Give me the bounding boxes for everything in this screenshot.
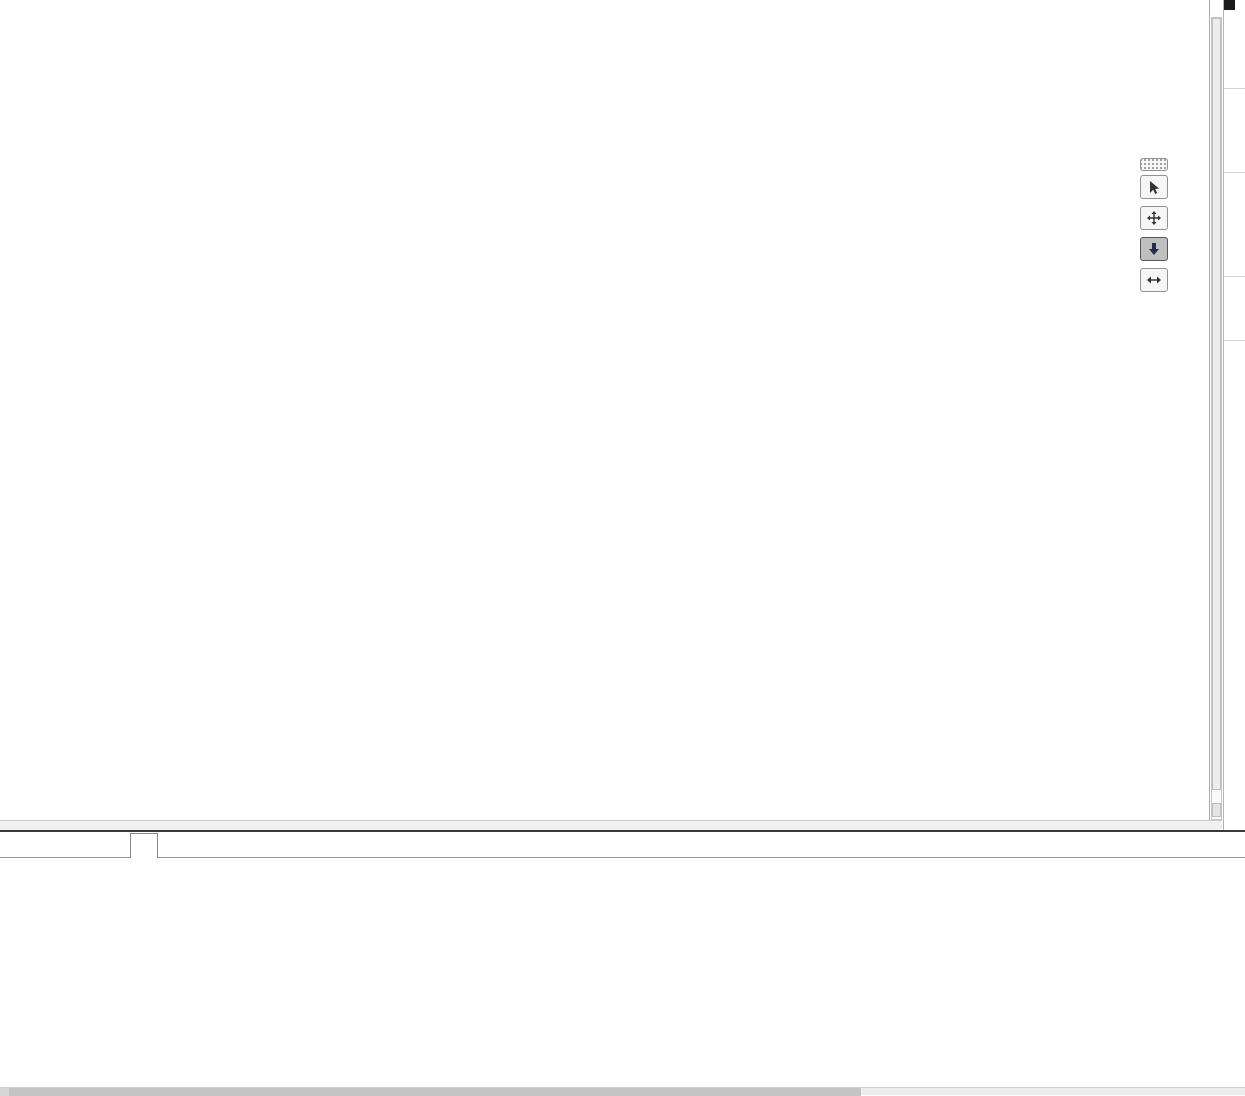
timing-tool-button[interactable] bbox=[1140, 268, 1168, 292]
select-tool-button[interactable] bbox=[1140, 175, 1168, 199]
tab-slice[interactable] bbox=[130, 833, 158, 858]
vertical-scrollbar[interactable] bbox=[1211, 17, 1222, 820]
trace-viewer bbox=[0, 0, 1210, 820]
horizontal-scrollbar[interactable] bbox=[0, 1087, 1245, 1095]
details-tabbar bbox=[0, 832, 1245, 858]
sidebar-divider bbox=[1224, 172, 1245, 173]
sidebar-divider bbox=[1224, 88, 1245, 89]
details-panel bbox=[0, 832, 1245, 1087]
scroll-down-button[interactable] bbox=[1212, 803, 1221, 817]
toolbar-drag-handle[interactable] bbox=[1140, 158, 1168, 171]
trace-toolbar bbox=[1140, 158, 1170, 299]
pan-move-icon bbox=[1147, 211, 1161, 225]
sidebar-tabs bbox=[1223, 0, 1245, 831]
vertical-scrollbar-thumb[interactable] bbox=[1212, 18, 1221, 790]
select-cursor-icon bbox=[1147, 180, 1161, 194]
pan-tool-button[interactable] bbox=[1140, 206, 1168, 230]
sidebar-divider bbox=[1224, 340, 1245, 341]
zoom-tool-button[interactable] bbox=[1140, 237, 1168, 261]
timing-resize-icon bbox=[1147, 273, 1161, 287]
sidebar-cap bbox=[1224, 0, 1235, 10]
zoom-arrow-icon bbox=[1147, 242, 1161, 256]
sidebar-divider bbox=[1224, 276, 1245, 277]
